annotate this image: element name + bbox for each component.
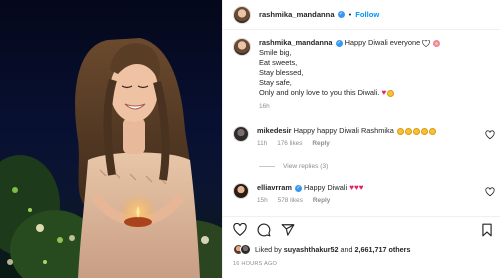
comment-meta: 15h 578 likes Reply	[257, 196, 485, 206]
comment-body: elliavrram ✓ Happy Diwali ♥♥♥ 15h 578 lik…	[257, 183, 485, 206]
caption-timestamp[interactable]: 16h	[259, 102, 440, 112]
caption-line: Smile big,	[259, 48, 292, 57]
caption-line: Stay blessed,	[259, 68, 304, 77]
comment-avatar[interactable]	[233, 183, 249, 199]
comment-item: elliavrram ✓ Happy Diwali ♥♥♥ 15h 578 lik…	[233, 183, 495, 206]
flower-emoji-icon	[433, 39, 441, 47]
red-heart-emoji-icon: ♥	[358, 183, 364, 192]
comment-text: Happy Diwali	[304, 183, 348, 192]
post-sidebar: rashmika_mandanna ✓ • Follow rashmika_ma…	[222, 0, 500, 278]
caption-line: Eat sweets,	[259, 58, 298, 67]
laugh-emoji-icon	[420, 127, 428, 135]
comment-text: Happy happy Diwali Rashmika	[293, 126, 394, 135]
likes-summary: Liked by suyashthakur52 and 2,661,717 ot…	[233, 244, 410, 255]
comment-body: mikedesir Happy happy Diwali Rashmika 11…	[257, 126, 485, 149]
laugh-emoji-icon	[396, 127, 404, 135]
comment-username[interactable]: elliavrram	[257, 183, 292, 192]
caption-username[interactable]: rashmika_mandanna	[259, 38, 333, 47]
comment-username[interactable]: mikedesir	[257, 126, 292, 135]
photo-illustration	[0, 38, 222, 278]
red-heart-emoji-icon: ♥	[381, 88, 387, 97]
caption-avatar[interactable]	[233, 38, 251, 56]
follow-button[interactable]: Follow	[355, 10, 379, 19]
likes-joiner: and	[340, 245, 353, 254]
verified-icon: ✓	[335, 39, 343, 47]
author-username[interactable]: rashmika_mandanna	[259, 10, 335, 19]
liker-username[interactable]: suyashthakur52	[284, 245, 339, 254]
caption-line: Only and only love to you this Diwali.	[259, 88, 380, 97]
laugh-emoji-icon	[404, 127, 412, 135]
separator-dot: •	[348, 10, 352, 19]
comment-likes[interactable]: 176 likes	[277, 139, 302, 149]
comment-avatar[interactable]	[233, 126, 249, 142]
white-heart-emoji-icon	[422, 39, 431, 47]
bookmark-icon[interactable]	[481, 223, 493, 237]
comment-item: mikedesir Happy happy Diwali Rashmika 11…	[233, 126, 495, 149]
share-icon[interactable]	[281, 223, 295, 237]
comment-likes[interactable]: 578 likes	[278, 196, 303, 206]
author-avatar[interactable]	[233, 5, 251, 24]
comment-heart-icon[interactable]	[485, 130, 495, 140]
caption: rashmika_mandanna ✓ Happy Diwali everyone…	[233, 38, 493, 112]
replies-divider	[259, 166, 275, 167]
comment-heart-icon[interactable]	[485, 187, 495, 197]
likes-prefix: Liked by	[255, 245, 282, 254]
comment-time[interactable]: 15h	[257, 196, 268, 206]
caption-line: Stay safe,	[259, 78, 292, 87]
liker-avatar[interactable]	[240, 244, 251, 255]
post-age[interactable]: 16 HOURS AGO	[233, 261, 277, 267]
reply-button[interactable]: Reply	[312, 139, 329, 149]
caption-body: rashmika_mandanna ✓ Happy Diwali everyone…	[259, 38, 441, 112]
caption-line-last: Only and only love to you this Diwali. ♥	[259, 88, 440, 98]
verified-icon: ✓	[337, 11, 345, 18]
comment-time[interactable]: 11h	[257, 139, 267, 149]
heart-icon[interactable]	[233, 223, 247, 237]
likes-count[interactable]: 2,661,717 others	[355, 245, 411, 254]
laugh-emoji-icon	[428, 127, 436, 135]
view-replies-label: View replies (3)	[283, 163, 329, 170]
action-icons	[233, 223, 295, 237]
laugh-emoji-icon	[412, 127, 420, 135]
caption-first-line: Happy Diwali everyone	[344, 38, 421, 47]
action-bar: Liked by suyashthakur52 and 2,661,717 ot…	[223, 216, 500, 272]
comment-meta: 11h 176 likes Reply	[257, 139, 485, 149]
likes-text: Liked by suyashthakur52 and 2,661,717 ot…	[255, 245, 410, 254]
instagram-post: rashmika_mandanna ✓ • Follow rashmika_ma…	[0, 0, 500, 278]
grin-emoji-icon	[387, 89, 395, 97]
comment-icon[interactable]	[257, 223, 271, 237]
post-photo[interactable]	[0, 0, 222, 278]
reply-button[interactable]: Reply	[313, 196, 330, 206]
verified-icon: ✓	[294, 184, 302, 192]
post-header: rashmika_mandanna ✓ • Follow	[223, 0, 500, 30]
view-replies-button[interactable]: View replies (3)	[259, 163, 328, 170]
caption-line-first: rashmika_mandanna ✓ Happy Diwali everyone	[259, 38, 441, 47]
